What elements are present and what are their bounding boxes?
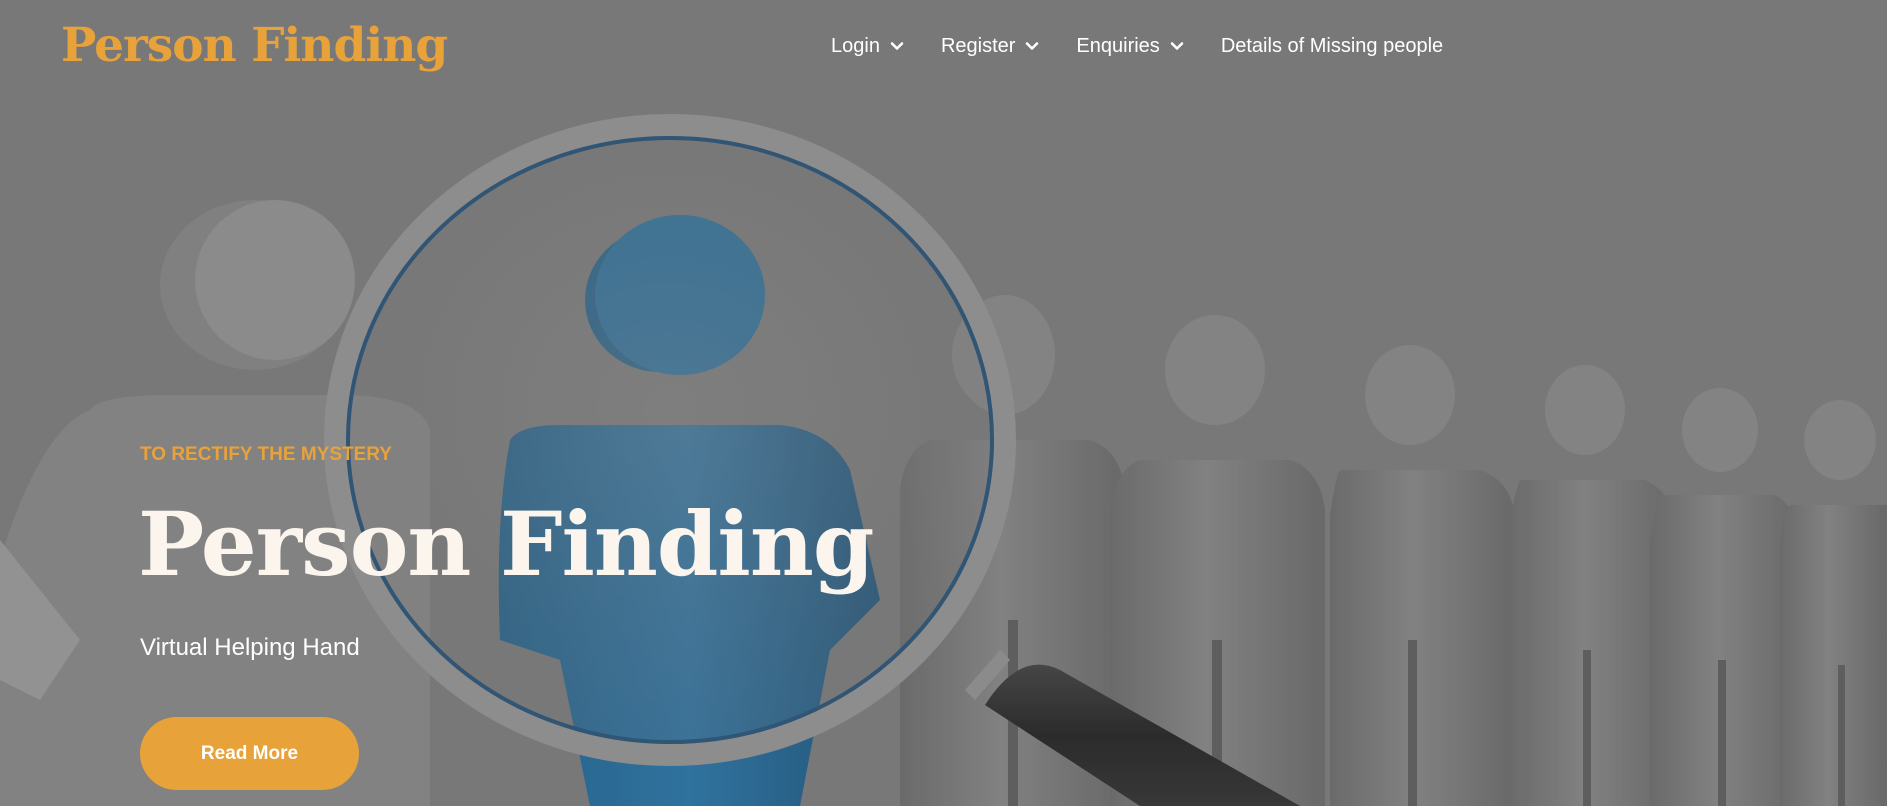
hero-title: Person Finding [138,492,874,596]
nav-item-register[interactable]: Register [941,35,1039,58]
chevron-down-icon [1170,39,1184,53]
nav-item-label: Details of Missing people [1220,34,1444,57]
nav-item-enquiries[interactable]: Enquiries [1076,34,1184,58]
read-more-button[interactable]: Read More [140,717,359,790]
chevron-down-icon [1025,39,1039,53]
hero-overlay [0,0,1887,806]
main-nav: Login Register Enquiries Details of Miss… [831,30,1443,62]
brand-logo[interactable]: Person Finding [61,14,448,78]
hero-eyebrow: TO RECTIFY THE MYSTERY [140,444,392,465]
hero-section [0,0,1887,806]
site-header: Person Finding Login Register Enquiries … [0,0,1887,95]
nav-item-label: Register [940,34,1016,57]
hero-subtitle: Virtual Helping Hand [140,634,360,661]
chevron-down-icon [890,39,904,53]
nav-item-label: Enquiries [1076,34,1160,57]
nav-item-missing-people[interactable]: Details of Missing people [1221,35,1443,58]
nav-item-label: Login [831,34,880,57]
nav-item-login[interactable]: Login [831,35,904,58]
